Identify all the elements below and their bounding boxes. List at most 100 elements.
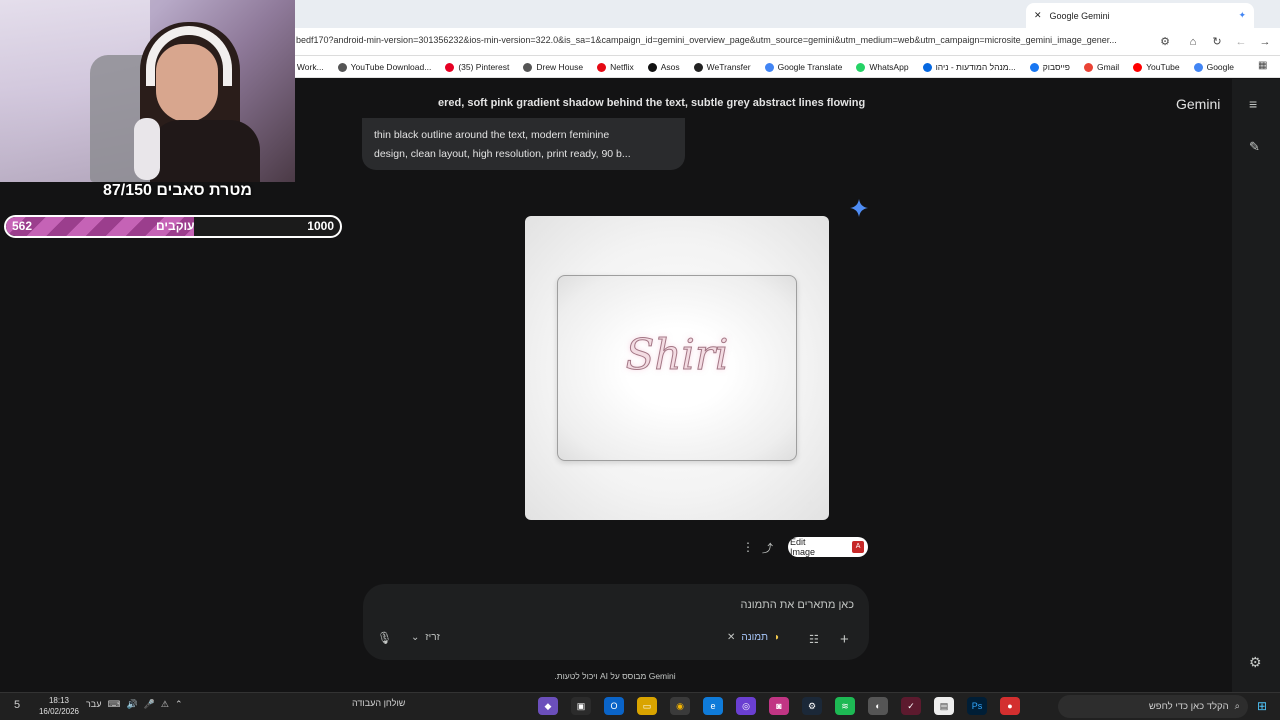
spotify-icon[interactable]: ≋ (835, 697, 855, 715)
app-icon[interactable]: ◐ (868, 697, 888, 715)
goal-target-value: 1000 (307, 219, 334, 233)
windows-start-icon[interactable]: ⊞ (1257, 699, 1267, 713)
apps-grid-icon[interactable]: ▦ (1258, 60, 1272, 74)
chrome-icon[interactable]: ◉ (670, 697, 690, 715)
notifications-icon[interactable]: 5 (14, 699, 20, 711)
steam-icon[interactable]: ⚙ (802, 697, 822, 715)
bookmark-favicon-icon (693, 62, 703, 72)
image-tool-chip[interactable]: ✕ תמונה ◗ (727, 632, 780, 643)
sub-goal-title: מטרת סאבים 87/150 (102, 182, 253, 199)
sparkle-watermark-icon: ✦ (806, 498, 816, 510)
bookmark-item[interactable]: WhatsApp (856, 62, 909, 72)
taskbar-clock[interactable]: 18:13 16/02/2026 (36, 695, 82, 717)
bookmark-item[interactable]: Netflix (597, 62, 634, 72)
bookmark-favicon-icon (597, 62, 607, 72)
remove-chip-icon[interactable]: ✕ (727, 632, 735, 643)
notepad-icon[interactable]: ▤ (934, 697, 954, 715)
acrobat-icon[interactable]: A (852, 541, 864, 553)
tune-icon[interactable]: ⚙ (1156, 33, 1174, 51)
network-icon[interactable]: ⚠ (161, 699, 169, 710)
bookmark-item[interactable]: מנהל המודעות - ניהו... (922, 62, 1016, 72)
prompt-input-box[interactable] (363, 584, 869, 660)
browser-tab-gemini[interactable]: ✕ Google Gemini ✦ (1026, 3, 1254, 28)
bookmark-label: Netflix (610, 62, 634, 72)
bookmark-item[interactable]: Asos (647, 62, 680, 72)
home-icon[interactable]: ⌂ (1184, 33, 1202, 51)
new-chat-icon[interactable]: ✎ (1249, 139, 1260, 155)
file-explorer-icon[interactable]: ▭ (637, 697, 657, 715)
taskbar-apps: ◆ ▣ O ▭ ◉ e ◎ ◙ ⚙ ≋ ◐ ✓ ▤ Ps ● (538, 697, 1020, 715)
volume-icon[interactable]: 🔊 (126, 699, 137, 710)
reload-icon[interactable]: ↻ (1208, 33, 1226, 51)
mic-tray-icon[interactable]: 🎤 (144, 699, 155, 710)
taskbar-search-placeholder: הקלד כאן כדי לחפש (1148, 701, 1229, 712)
bookmark-favicon-icon (856, 62, 866, 72)
obs-icon[interactable]: ● (1000, 697, 1020, 715)
bookmark-favicon-icon (445, 62, 455, 72)
bookmark-item[interactable]: Google (1193, 62, 1234, 72)
twitch-studio-icon[interactable]: ◎ (736, 697, 756, 715)
clock-time: 18:13 (48, 696, 70, 705)
add-file-button[interactable]: + (840, 631, 849, 648)
more-options-icon[interactable]: ⋮ (742, 540, 754, 554)
bookmarks-list: Google YouTube Gmail פייסבוק מנהל המודעות - … (230, 58, 1234, 76)
tray-chevron-icon[interactable]: ⌃ (175, 699, 183, 710)
gemini-spark-icon (850, 199, 868, 217)
bookmark-label: WeTransfer (706, 62, 751, 72)
settings-gear-icon[interactable]: ⚙ (1249, 654, 1262, 671)
chevron-down-icon: ⌄ (411, 632, 420, 643)
goal-current-value: 562 (12, 219, 33, 233)
capcut-icon[interactable]: ✓ (901, 697, 921, 715)
share-icon[interactable]: ⤴ (762, 540, 773, 556)
edit-image-label: Edit Image (790, 537, 816, 557)
goal-label: עוקבים (156, 219, 195, 233)
photoshop-icon[interactable]: Ps (967, 697, 987, 715)
close-tab-icon[interactable]: ✕ (1034, 10, 1042, 21)
bookmark-item[interactable]: Gmail (1083, 62, 1119, 72)
bookmark-favicon-icon (647, 62, 657, 72)
generated-image-text: Shiri (625, 330, 729, 380)
bookmark-item[interactable]: פייסבוק (1029, 62, 1070, 72)
bookmark-favicon-icon (1133, 62, 1143, 72)
bookmark-item[interactable]: YouTube Download... (337, 62, 431, 72)
bookmark-favicon-icon (1083, 62, 1093, 72)
outlook-icon[interactable]: O (604, 697, 624, 715)
webcam-person-body (150, 120, 260, 182)
bookmark-label: WhatsApp (869, 62, 909, 72)
bookmark-item[interactable]: (35) Pinterest (445, 62, 509, 72)
prompt-input[interactable]: כאן מתארים את התמונה (380, 599, 855, 611)
instagram-icon[interactable]: ◙ (769, 697, 789, 715)
language-indicator[interactable]: עבר (86, 699, 101, 710)
url-text[interactable]: bedf170?android-min-version=301356232&io… (296, 35, 1156, 45)
microphone-icon[interactable]: 🎙 (377, 631, 392, 645)
user-message-line: thin black outline around the text, mode… (374, 129, 610, 141)
bookmark-favicon-icon (922, 62, 932, 72)
edge-icon[interactable]: e (703, 697, 723, 715)
gemini-side-rail (1232, 79, 1280, 692)
show-desktop-label[interactable]: שולחן העבודה (352, 698, 405, 708)
store-icon[interactable]: ▣ (571, 697, 591, 715)
bookmark-label: Drew House (536, 62, 584, 72)
edit-image-button[interactable]: Edit Image A (788, 537, 868, 557)
conversation-title: ered, soft pink gradient shadow behind t… (438, 97, 866, 109)
taskbar-search[interactable]: ⌕ הקלד כאן כדי לחפש (1058, 695, 1248, 718)
bookmark-favicon-icon (1193, 62, 1203, 72)
bookmark-item[interactable]: WeTransfer (693, 62, 751, 72)
bookmark-item[interactable]: YouTube (1133, 62, 1180, 72)
tools-icon[interactable]: ☷ (809, 633, 819, 646)
back-icon[interactable]: → (1256, 33, 1274, 51)
bookmark-favicon-icon (337, 62, 347, 72)
webcam-microphone (134, 118, 160, 180)
keyboard-icon[interactable]: ⌨ (107, 699, 120, 710)
bookmark-label: Asos (660, 62, 680, 72)
gemini-favicon-icon: ✦ (1238, 10, 1246, 20)
forward-icon[interactable]: ← (1232, 33, 1250, 51)
bookmark-item[interactable]: Google Translate (764, 62, 842, 72)
bookmark-label: YouTube (1146, 62, 1180, 72)
notifications-count: 5 (14, 699, 21, 711)
model-mode-selector[interactable]: ⌄ זריז (411, 632, 440, 643)
copilot-icon[interactable]: ◆ (538, 697, 558, 715)
menu-icon[interactable]: ≡ (1249, 97, 1263, 111)
bookmark-item[interactable]: Drew House (523, 62, 583, 72)
gemini-brand: Gemini (1176, 96, 1221, 112)
